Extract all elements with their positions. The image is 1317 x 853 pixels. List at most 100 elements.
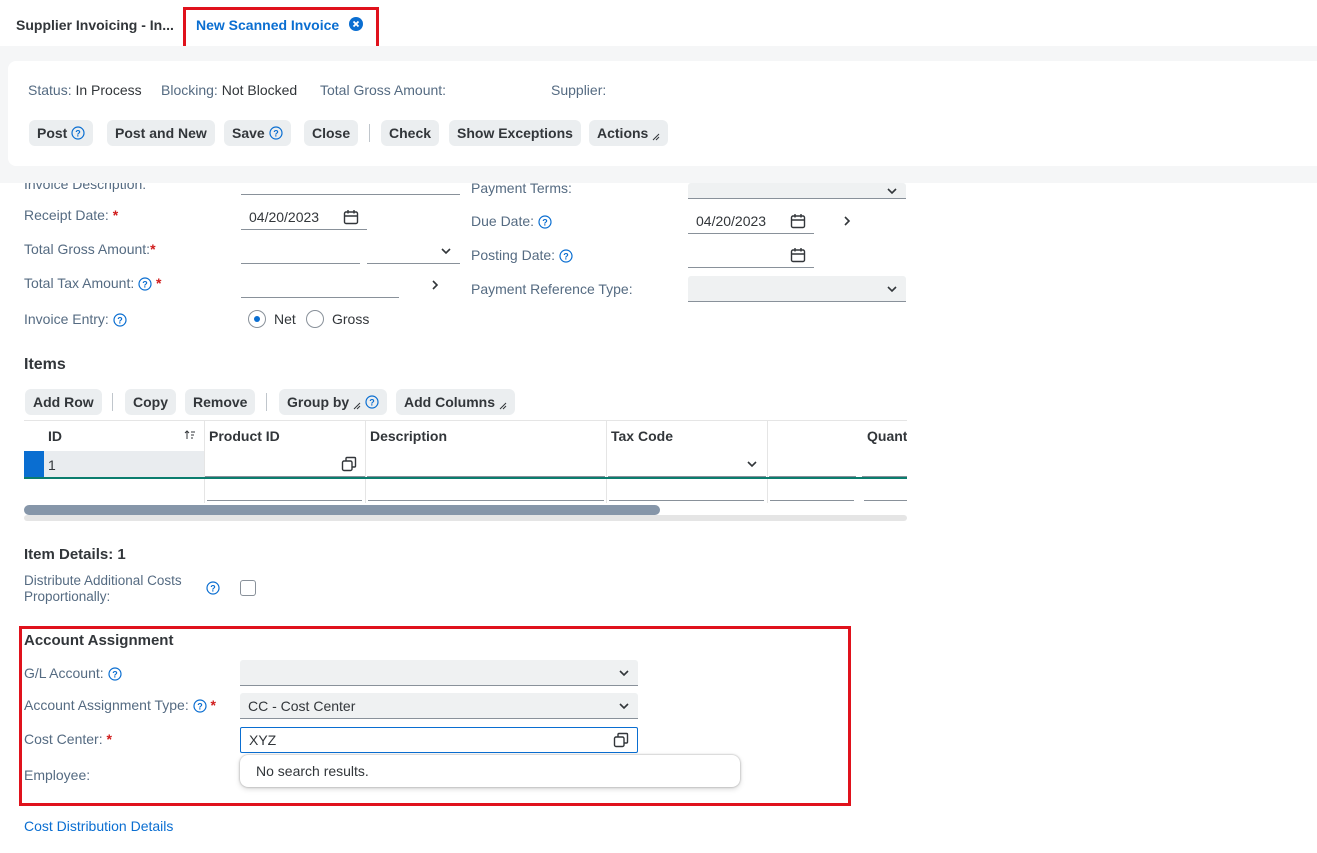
menu-indicator-icon — [652, 133, 660, 141]
tax-code-select[interactable] — [608, 451, 766, 477]
currency-select[interactable] — [367, 238, 460, 264]
help-icon: ? — [193, 699, 207, 713]
receipt-date-input[interactable]: 04/20/2023 — [241, 204, 367, 230]
suggestion-popover: No search results. — [240, 755, 740, 787]
calendar-icon[interactable] — [790, 213, 806, 229]
row-selector[interactable] — [24, 451, 44, 478]
help-icon: ? — [71, 126, 85, 140]
supplier-attribute: Supplier: — [551, 82, 607, 98]
account-assignment-type-select[interactable]: CC - Cost Center — [240, 693, 638, 719]
receipt-date-label: Receipt Date: * — [24, 207, 119, 223]
employee-label: Employee: — [24, 767, 91, 783]
check-button[interactable]: Check — [381, 120, 440, 146]
items-title: Items — [24, 356, 66, 373]
gross-amount-attribute: Total Gross Amount: — [320, 82, 447, 98]
posting-date-label: Posting Date: ? — [471, 247, 573, 263]
total-gross-amount-label: Total Gross Amount:* — [24, 241, 156, 257]
help-icon: ? — [206, 581, 220, 595]
description-input[interactable] — [367, 451, 605, 477]
payment-reference-type-label: Payment Reference Type: — [471, 281, 633, 297]
status-attribute: Status: In Process — [28, 82, 142, 98]
column-divider — [767, 421, 768, 503]
gl-account-select[interactable] — [240, 660, 638, 686]
payment-reference-type-select[interactable] — [688, 276, 906, 302]
payment-terms-label: Payment Terms: — [471, 180, 572, 196]
radio-gross[interactable]: Gross — [306, 310, 369, 328]
column-header-tax-code[interactable]: Tax Code — [611, 421, 673, 451]
empty-row-input[interactable] — [864, 500, 907, 501]
account-assignment-title: Account Assignment — [24, 632, 174, 649]
horizontal-scrollbar-thumb[interactable] — [24, 505, 660, 515]
chevron-down-icon — [441, 247, 451, 254]
status-value: In Process — [75, 82, 142, 98]
total-tax-amount-input[interactable] — [241, 272, 399, 298]
svg-text:?: ? — [369, 398, 375, 408]
copy-button[interactable]: Copy — [125, 389, 176, 415]
due-date-input[interactable]: 04/20/2023 — [688, 208, 814, 234]
total-gross-amount-input[interactable] — [241, 238, 360, 264]
help-icon: ? — [365, 395, 379, 409]
cost-distribution-details-link[interactable]: Cost Distribution Details — [24, 818, 173, 834]
column-header-product-id[interactable]: Product ID — [209, 421, 280, 451]
actions-button[interactable]: Actions — [589, 120, 669, 146]
empty-row-input[interactable] — [609, 500, 764, 501]
close-button[interactable]: Close — [304, 120, 359, 146]
svg-text:?: ? — [142, 280, 148, 290]
quantity-input-1[interactable] — [769, 451, 856, 477]
distribute-costs-checkbox[interactable] — [240, 580, 256, 596]
value-help-icon[interactable] — [341, 456, 357, 472]
empty-row-input[interactable] — [770, 500, 854, 501]
distribute-costs-label-line1: Distribute Additional Costs — [24, 573, 182, 588]
show-exceptions-button[interactable]: Show Exceptions — [449, 120, 581, 146]
calendar-icon[interactable] — [790, 247, 806, 263]
row-focus-line — [24, 477, 907, 479]
help-icon: ? — [107, 667, 122, 681]
chevron-down-icon — [887, 187, 897, 194]
remove-button[interactable]: Remove — [185, 389, 256, 415]
account-assignment-type-label: Account Assignment Type: ? * — [24, 697, 216, 713]
radio-net[interactable]: Net — [248, 310, 296, 328]
cost-center-label: Cost Center: * — [24, 731, 112, 747]
cost-center-input[interactable]: XYZ — [240, 727, 638, 753]
help-icon: ? — [269, 126, 283, 140]
product-id-input[interactable] — [205, 451, 365, 477]
help-icon: ? — [538, 215, 552, 229]
quantity-input-2[interactable] — [862, 451, 907, 477]
invoice-description-input[interactable] — [241, 183, 460, 195]
save-button[interactable]: Save ? — [224, 120, 291, 146]
total-tax-amount-label: Total Tax Amount: ? * — [24, 275, 162, 291]
blocking-attribute: Blocking: Not Blocked — [161, 82, 298, 98]
grid-top-border — [24, 420, 907, 421]
empty-row-input[interactable] — [207, 500, 362, 501]
chevron-right-icon[interactable] — [842, 216, 852, 226]
payment-terms-select[interactable] — [688, 183, 906, 199]
column-header-id[interactable]: ID — [48, 421, 62, 451]
column-divider — [365, 421, 366, 503]
posting-date-input[interactable] — [688, 242, 814, 268]
blocking-value: Not Blocked — [221, 82, 298, 98]
sort-icon[interactable] — [184, 430, 196, 440]
post-and-new-button[interactable]: Post and New — [107, 120, 215, 146]
column-header-description[interactable]: Description — [370, 421, 447, 451]
tab-supplier-invoicing[interactable]: Supplier Invoicing - In... — [16, 17, 174, 33]
chevron-right-icon[interactable] — [430, 280, 440, 290]
column-header-quantity[interactable]: Quant — [867, 421, 907, 451]
value-help-icon[interactable] — [613, 732, 629, 748]
group-by-button[interactable]: Group by ? — [279, 389, 388, 415]
add-row-button[interactable]: Add Row — [25, 389, 102, 415]
calendar-icon[interactable] — [343, 209, 359, 225]
svg-text:?: ? — [117, 316, 123, 326]
menu-indicator-icon — [353, 402, 361, 410]
post-button[interactable]: Post ? — [29, 120, 94, 146]
radio-net-circle[interactable] — [248, 310, 266, 328]
toolbar-separator — [266, 393, 267, 411]
due-date-label: Due Date: ? — [471, 213, 552, 229]
empty-row-input[interactable] — [368, 500, 604, 501]
horizontal-scrollbar-track[interactable] — [24, 515, 907, 521]
svg-text:?: ? — [76, 129, 82, 139]
svg-text:?: ? — [542, 218, 548, 228]
radio-gross-circle[interactable] — [306, 310, 324, 328]
object-header — [8, 61, 1317, 166]
help-icon: ? — [113, 313, 127, 327]
add-columns-button[interactable]: Add Columns — [396, 389, 515, 415]
